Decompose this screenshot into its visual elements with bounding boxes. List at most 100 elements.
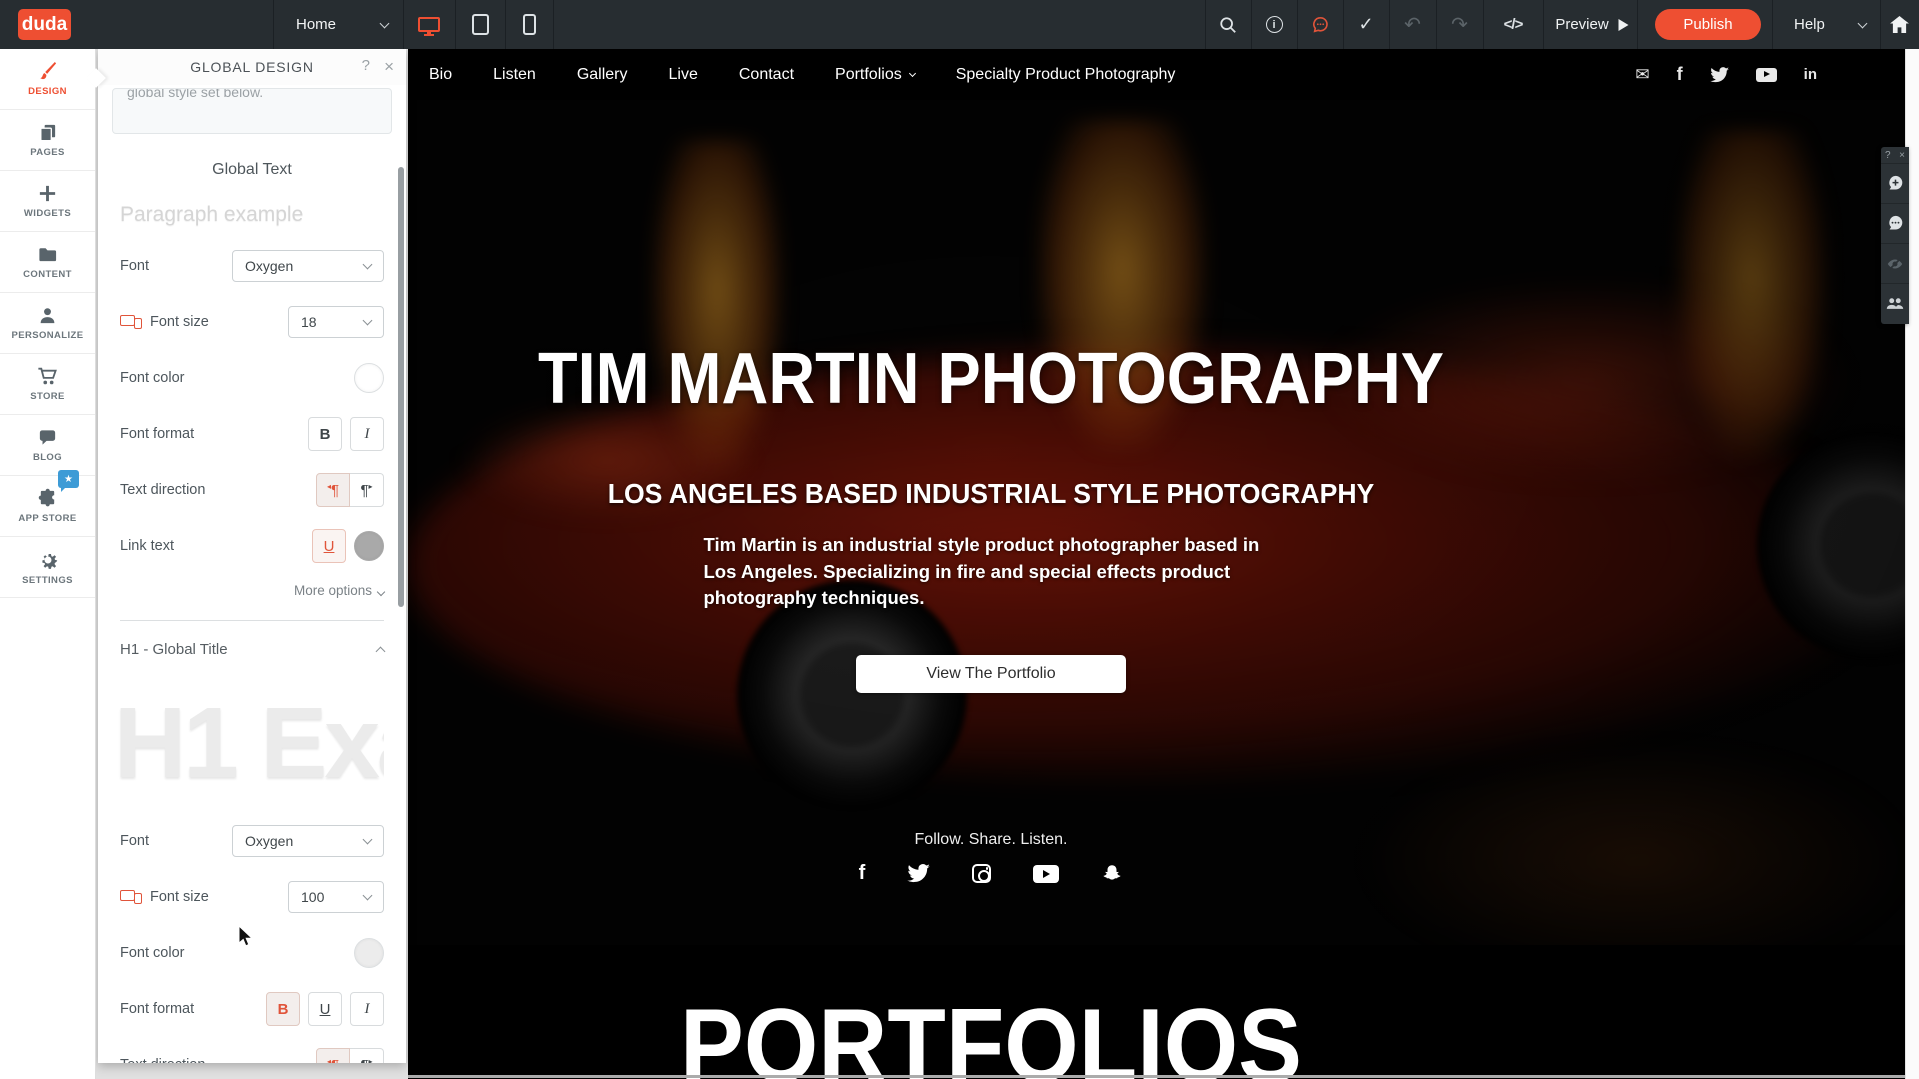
sidebar-item-content[interactable]: CONTENT — [0, 232, 95, 293]
linkedin-icon[interactable]: in — [1804, 66, 1817, 83]
font-size-select[interactable]: 18 — [288, 306, 384, 338]
search-button[interactable] — [1205, 0, 1251, 49]
page-selector-value: Home — [296, 16, 336, 33]
sidebar-item-personalize[interactable]: PERSONALIZE — [0, 293, 95, 354]
hide-button[interactable] — [1881, 244, 1909, 284]
facebook-icon[interactable]: f — [1677, 64, 1683, 85]
sidebar-item-label: APP STORE — [18, 513, 76, 524]
nav-link-portfolios[interactable]: Portfolios — [835, 66, 915, 84]
more-options-link[interactable]: More options — [120, 583, 384, 598]
star-icon: ★ — [64, 474, 73, 485]
font-size-select-value: 18 — [301, 314, 317, 330]
sidebar-item-store[interactable]: STORE — [0, 354, 95, 415]
help-dropdown[interactable]: Help — [1780, 0, 1880, 49]
info-button[interactable]: i — [1251, 0, 1297, 49]
nav-link-bio[interactable]: Bio — [429, 66, 452, 84]
panel-scrollbar[interactable] — [398, 167, 404, 607]
direction-rtl-button[interactable]: ¶▸ — [350, 1048, 384, 1063]
email-icon[interactable]: ✉ — [1635, 65, 1649, 85]
sidebar-item-blog[interactable]: BLOG — [0, 415, 95, 476]
h1-section-header[interactable]: H1 - Global Title — [120, 641, 384, 658]
chevron-down-icon — [909, 69, 916, 76]
sidebar-item-label: DESIGN — [28, 86, 67, 97]
direction-rtl-button[interactable]: ¶▸ — [350, 473, 384, 507]
sidebar-item-pages[interactable]: PAGES — [0, 110, 95, 171]
check-icon: ✓ — [1358, 14, 1373, 35]
divider — [120, 620, 384, 621]
pilcrow-rtl-icon: ¶▸ — [360, 1057, 372, 1064]
font-row: Font Oxygen — [120, 249, 384, 283]
close-icon[interactable]: × — [384, 57, 394, 77]
italic-button[interactable]: I — [350, 417, 384, 451]
publish-button[interactable]: Publish — [1655, 9, 1761, 40]
instagram-icon[interactable] — [972, 862, 991, 885]
preview-button[interactable]: Preview — [1548, 0, 1636, 49]
panel-title: GLOBAL DESIGN — [98, 59, 406, 75]
font-size-row: Font size 18 — [120, 305, 384, 339]
sidebar-item-widgets[interactable]: WIDGETS — [0, 171, 95, 232]
duda-logo[interactable]: duda — [18, 9, 71, 40]
pilcrow-rtl-icon: ¶▸ — [360, 482, 372, 499]
close-icon[interactable]: × — [1899, 150, 1905, 161]
hero-title[interactable]: TIM MARTIN PHOTOGRAPHY — [168, 338, 1813, 420]
snapchat-icon[interactable] — [1101, 862, 1123, 885]
sidebar-item-settings[interactable]: SETTINGS — [0, 537, 95, 598]
youtube-icon[interactable] — [1756, 68, 1777, 82]
twitter-icon[interactable] — [907, 862, 930, 885]
twitter-icon[interactable] — [1710, 67, 1729, 83]
code-button[interactable]: </> — [1483, 0, 1543, 49]
h1-font-select[interactable]: Oxygen — [232, 825, 384, 857]
nav-link-gallery[interactable]: Gallery — [577, 66, 628, 84]
direction-ltr-button[interactable]: ◂¶ — [316, 473, 350, 507]
tablet-view-button[interactable] — [455, 0, 505, 49]
comments-button[interactable] — [1881, 204, 1909, 244]
h1-font-color-swatch[interactable] — [354, 938, 384, 968]
dashboard-home-button[interactable] — [1880, 0, 1919, 49]
link-color-swatch[interactable] — [354, 531, 384, 561]
help-icon[interactable]: ? — [1885, 150, 1891, 161]
mobile-view-button[interactable] — [505, 0, 553, 49]
car-wheel-front — [737, 580, 967, 810]
desktop-view-button[interactable] — [403, 0, 455, 49]
help-icon[interactable]: ? — [362, 57, 370, 74]
feedback-button[interactable] — [1297, 0, 1343, 49]
redo-button[interactable]: ↷ — [1436, 0, 1483, 49]
sidebar-item-label: SETTINGS — [22, 575, 73, 586]
font-select[interactable]: Oxygen — [232, 250, 384, 282]
add-comment-button[interactable] — [1881, 164, 1909, 204]
page-selector-dropdown[interactable]: Home — [282, 0, 402, 49]
bold-button[interactable]: B — [266, 992, 300, 1026]
h1-font-size-select[interactable]: 100 — [288, 881, 384, 913]
italic-button[interactable]: I — [350, 992, 384, 1026]
youtube-icon[interactable] — [1033, 862, 1059, 885]
h1-section-title: H1 - Global Title — [120, 641, 228, 658]
sidebar-item-app-store[interactable]: ★ APP STORE — [0, 476, 95, 537]
link-underline-button[interactable]: U — [312, 529, 346, 563]
bold-button[interactable]: B — [308, 417, 342, 451]
nav-link-live[interactable]: Live — [669, 66, 698, 84]
collaborators-button[interactable] — [1881, 284, 1909, 324]
underline-button[interactable]: U — [308, 992, 342, 1026]
responsive-devices-icon — [120, 314, 142, 330]
view-portfolio-button[interactable]: View The Portfolio — [856, 655, 1126, 693]
instagram-glyph — [972, 864, 991, 883]
font-color-label: Font color — [120, 945, 184, 961]
save-check-button[interactable]: ✓ — [1343, 0, 1389, 49]
undo-button[interactable]: ↶ — [1389, 0, 1436, 49]
nav-link-contact[interactable]: Contact — [739, 66, 794, 84]
facebook-icon[interactable]: f — [859, 862, 866, 885]
chevron-down-icon — [380, 18, 390, 28]
font-size-label-text: Font size — [150, 889, 209, 905]
divider — [553, 0, 554, 49]
global-design-panel: GLOBAL DESIGN ? × global style set below… — [98, 49, 406, 1063]
direction-ltr-button[interactable]: ◂¶ — [316, 1048, 350, 1063]
nav-link-specialty[interactable]: Specialty Product Photography — [956, 66, 1176, 84]
font-color-swatch[interactable] — [354, 363, 384, 393]
font-size-label: Font size — [120, 314, 209, 330]
hero-description[interactable]: Tim Martin is an industrial style produc… — [704, 532, 1279, 612]
right-toolbar: ? × — [1881, 147, 1909, 324]
sidebar-item-design[interactable]: DESIGN — [0, 49, 95, 110]
h1-font-size-select-value: 100 — [301, 889, 324, 905]
nav-link-listen[interactable]: Listen — [493, 66, 536, 84]
plus-icon — [37, 183, 58, 204]
